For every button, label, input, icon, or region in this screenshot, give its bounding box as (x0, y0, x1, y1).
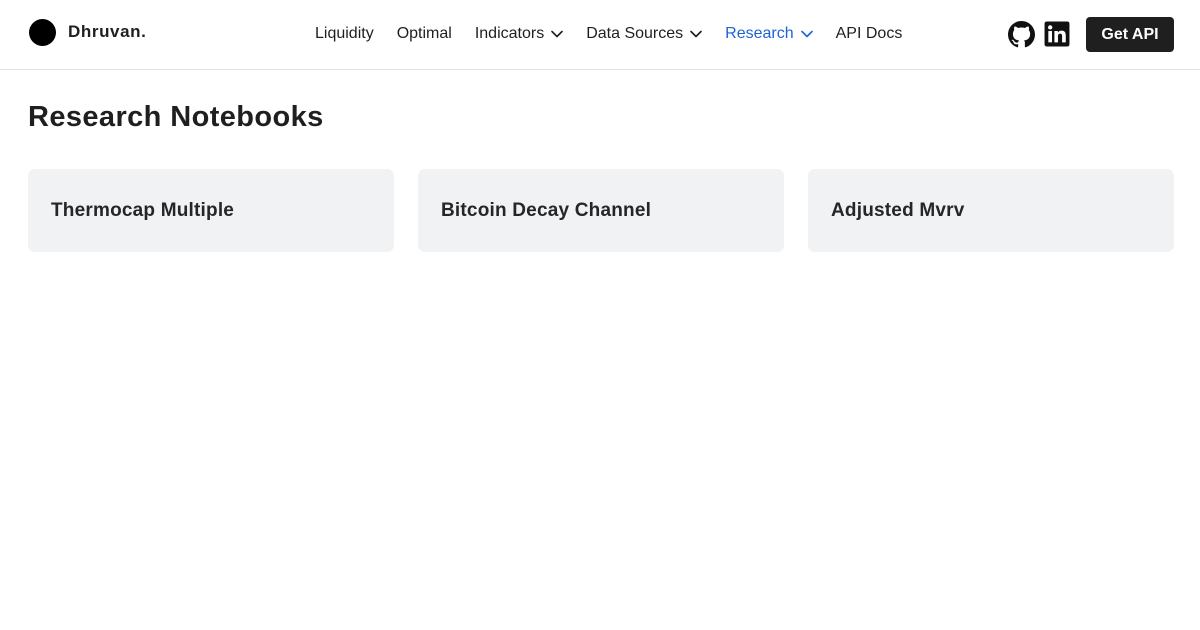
nav-item-api-docs[interactable]: API Docs (836, 25, 903, 43)
nav-label: Data Sources (586, 25, 684, 42)
card-title: Adjusted Mvrv (831, 199, 965, 221)
linkedin-link[interactable] (1043, 20, 1071, 48)
get-api-button[interactable]: Get API (1086, 17, 1174, 52)
github-icon (1007, 20, 1035, 47)
nav-label: API Docs (835, 25, 903, 42)
notebook-card-thermocap-multiple[interactable]: Thermocap Multiple (28, 169, 394, 252)
nav-item-optimal[interactable]: Optimal (397, 25, 452, 43)
nav-label: Liquidity (315, 25, 374, 42)
chevron-down-icon (800, 30, 813, 38)
card-title: Thermocap Multiple (51, 199, 235, 221)
notebook-card-adjusted-mvrv[interactable]: Adjusted Mvrv (808, 169, 1174, 252)
notebook-card-bitcoin-decay-channel[interactable]: Bitcoin Decay Channel (418, 169, 784, 252)
github-link[interactable] (1007, 20, 1035, 48)
site-header: Dhruvan. Liquidity Optimal Indicators Da… (0, 0, 1200, 70)
nav-item-research[interactable]: Research (725, 25, 813, 43)
chevron-down-icon (551, 30, 564, 38)
logo-circle-icon (29, 18, 56, 46)
page-title: Research Notebooks (28, 101, 324, 133)
chevron-down-icon (690, 30, 702, 38)
nav-label: Research (725, 25, 794, 42)
nav-item-data-sources[interactable]: Data Sources (586, 25, 702, 43)
notebook-card-grid: Thermocap Multiple Bitcoin Decay Channel… (28, 169, 1174, 252)
nav-label: Indicators (474, 25, 545, 42)
linkedin-icon (1044, 21, 1070, 47)
nav-item-indicators[interactable]: Indicators (474, 25, 564, 43)
nav-item-liquidity[interactable]: Liquidity (315, 25, 374, 43)
brand-name: Dhruvan. (68, 22, 147, 41)
main-nav: Liquidity Optimal Indicators Data Source… (315, 22, 925, 46)
nav-label: Optimal (396, 25, 452, 42)
card-title: Bitcoin Decay Channel (441, 199, 652, 221)
brand-logo-link[interactable]: Dhruvan. (29, 18, 146, 46)
